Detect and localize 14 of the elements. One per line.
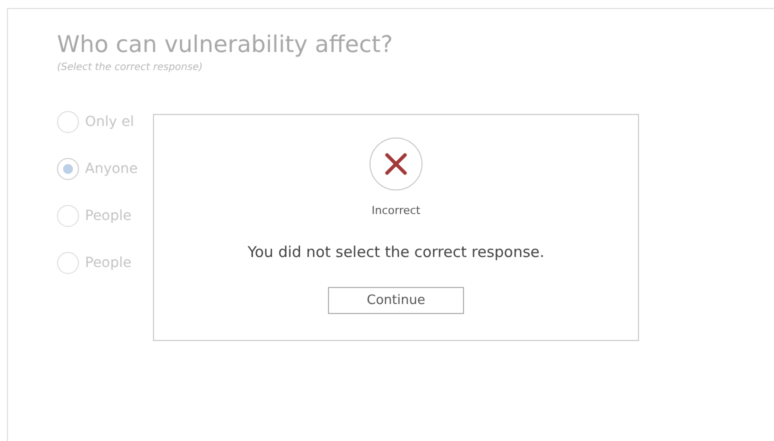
status-label: Incorrect [372, 204, 420, 217]
radio-button[interactable] [57, 205, 79, 227]
option-label[interactable]: Anyone [85, 161, 138, 177]
option-label[interactable]: People [85, 208, 132, 224]
radio-button[interactable] [57, 111, 79, 133]
continue-button[interactable]: Continue [328, 287, 464, 314]
instruction-text: (Select the correct response) [57, 62, 204, 73]
radio-button[interactable] [57, 252, 79, 274]
feedback-message: You did not select the correct response. [248, 243, 544, 261]
question-title: Who can vulnerability affect? [57, 31, 394, 60]
option-label[interactable]: People [85, 255, 132, 271]
incorrect-icon [369, 137, 423, 191]
option-label[interactable]: Only el [85, 114, 134, 130]
radio-button[interactable] [57, 158, 79, 180]
